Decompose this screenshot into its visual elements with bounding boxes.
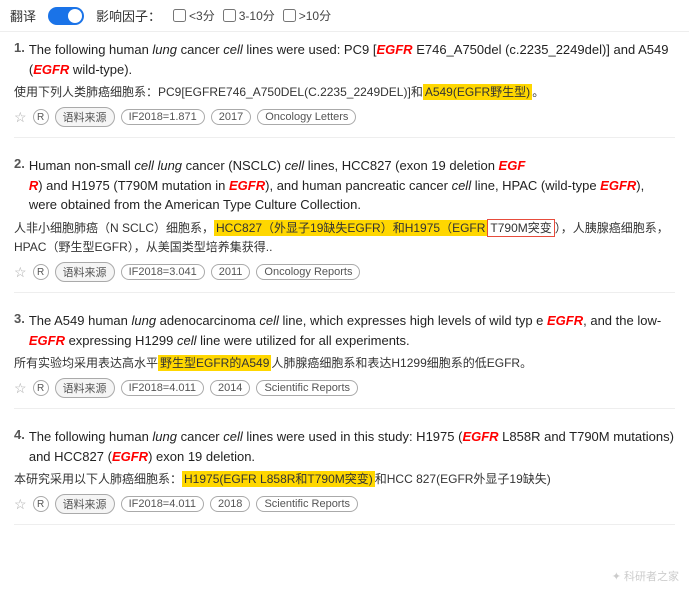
star-icon-3[interactable]: ☆ [14,380,27,397]
filter-3to10-label: 3-10分 [239,7,275,24]
source-tag-3[interactable]: 语料来源 [55,378,115,398]
result-item-4: 4. The following human lung cancer cell … [14,427,675,525]
filter-label: 影响因子： [96,6,161,25]
year-tag-4[interactable]: 2018 [210,496,250,512]
year-tag-2[interactable]: 2011 [211,264,251,280]
filter-gt10-label: >10分 [299,7,331,24]
filter-gt10-checkbox[interactable] [283,9,296,22]
result-text-3: The A549 human lung adenocarcinoma cell … [29,311,675,350]
circle-r-4[interactable]: R [33,496,49,512]
filter-lt3-label: <3分 [189,7,215,24]
star-icon-2[interactable]: ☆ [14,264,27,281]
filter-3to10-checkbox[interactable] [223,9,236,22]
result-item-1: 1. The following human lung cancer cell … [14,40,675,138]
filter-group: <3分 3-10分 >10分 [173,7,331,24]
filter-lt3[interactable]: <3分 [173,7,215,24]
translate-label: 翻译 [10,6,36,25]
star-icon-1[interactable]: ☆ [14,109,27,126]
if-tag-4[interactable]: IF2018=4.011 [121,496,204,512]
result-text-2: Human non-small cell lung cancer (NSCLC)… [29,156,675,215]
meta-row-2: ☆ R 语料来源 IF2018=3.041 2011 Oncology Repo… [14,262,675,282]
watermark-icon: ✦ [612,571,621,583]
meta-row-3: ☆ R 语料来源 IF2018=4.011 2014 Scientific Re… [14,378,675,398]
result-text-4: The following human lung cancer cell lin… [29,427,675,466]
journal-tag-1[interactable]: Oncology Letters [257,109,356,125]
meta-row-1: ☆ R 语料来源 IF2018=1.871 2017 Oncology Lett… [14,107,675,127]
chinese-text-2: 人非小细胞肺癌（N SCLC）细胞系，HCC827（外显子19缺失EGFR）和H… [14,219,675,257]
top-bar: 翻译 影响因子： <3分 3-10分 >10分 [0,0,689,32]
filter-gt10[interactable]: >10分 [283,7,331,24]
if-tag-1[interactable]: IF2018=1.871 [121,109,205,125]
if-tag-2[interactable]: IF2018=3.041 [121,264,205,280]
result-number-2: 2. [14,156,25,171]
journal-tag-2[interactable]: Oncology Reports [256,264,360,280]
cn-highlight-1: A549(EGFR野生型) [423,84,532,100]
meta-row-4: ☆ R 语料来源 IF2018=4.011 2018 Scientific Re… [14,494,675,514]
circle-r-3[interactable]: R [33,380,49,396]
year-tag-1[interactable]: 2017 [211,109,251,125]
circle-r-1[interactable]: R [33,109,49,125]
translate-toggle[interactable] [48,7,84,25]
result-number-1: 1. [14,40,25,55]
circle-r-2[interactable]: R [33,264,49,280]
star-icon-4[interactable]: ☆ [14,496,27,513]
filter-3to10[interactable]: 3-10分 [223,7,275,24]
result-number-4: 4. [14,427,25,442]
source-tag-2[interactable]: 语料来源 [55,262,115,282]
if-tag-3[interactable]: IF2018=4.011 [121,380,204,396]
filter-lt3-checkbox[interactable] [173,9,186,22]
chinese-text-3: 所有实验均采用表达高水平野生型EGFR的A549人肺腺癌细胞系和表达H1299细… [14,354,675,373]
cn-highlight-2a: HCC827（外显子19缺失EGFR）和H1975（EGFR [214,220,487,236]
result-number-3: 3. [14,311,25,326]
result-item-3: 3. The A549 human lung adenocarcinoma ce… [14,311,675,409]
cn-highlight-4: H1975(EGFR L858R和T790M突变) [182,471,375,487]
result-text-1: The following human lung cancer cell lin… [29,40,675,79]
journal-tag-4[interactable]: Scientific Reports [256,496,358,512]
result-item-2: 2. Human non-small cell lung cancer (NSC… [14,156,675,293]
results-list: 1. The following human lung cancer cell … [0,32,689,557]
chinese-text-1: 使用下列人类肺癌细胞系：PC9[EGFRE746_A750DEL(C.2235_… [14,83,675,102]
source-tag-4[interactable]: 语料来源 [55,494,115,514]
chinese-text-4: 本研究采用以下人肺癌细胞系：H1975(EGFR L858R和T790M突变)和… [14,470,675,489]
journal-tag-3[interactable]: Scientific Reports [256,380,358,396]
year-tag-3[interactable]: 2014 [210,380,250,396]
source-tag-1[interactable]: 语料来源 [55,107,115,127]
watermark: ✦ 科研者之家 [612,568,679,584]
cn-highlight-3: 野生型EGFR的A549 [158,355,271,371]
